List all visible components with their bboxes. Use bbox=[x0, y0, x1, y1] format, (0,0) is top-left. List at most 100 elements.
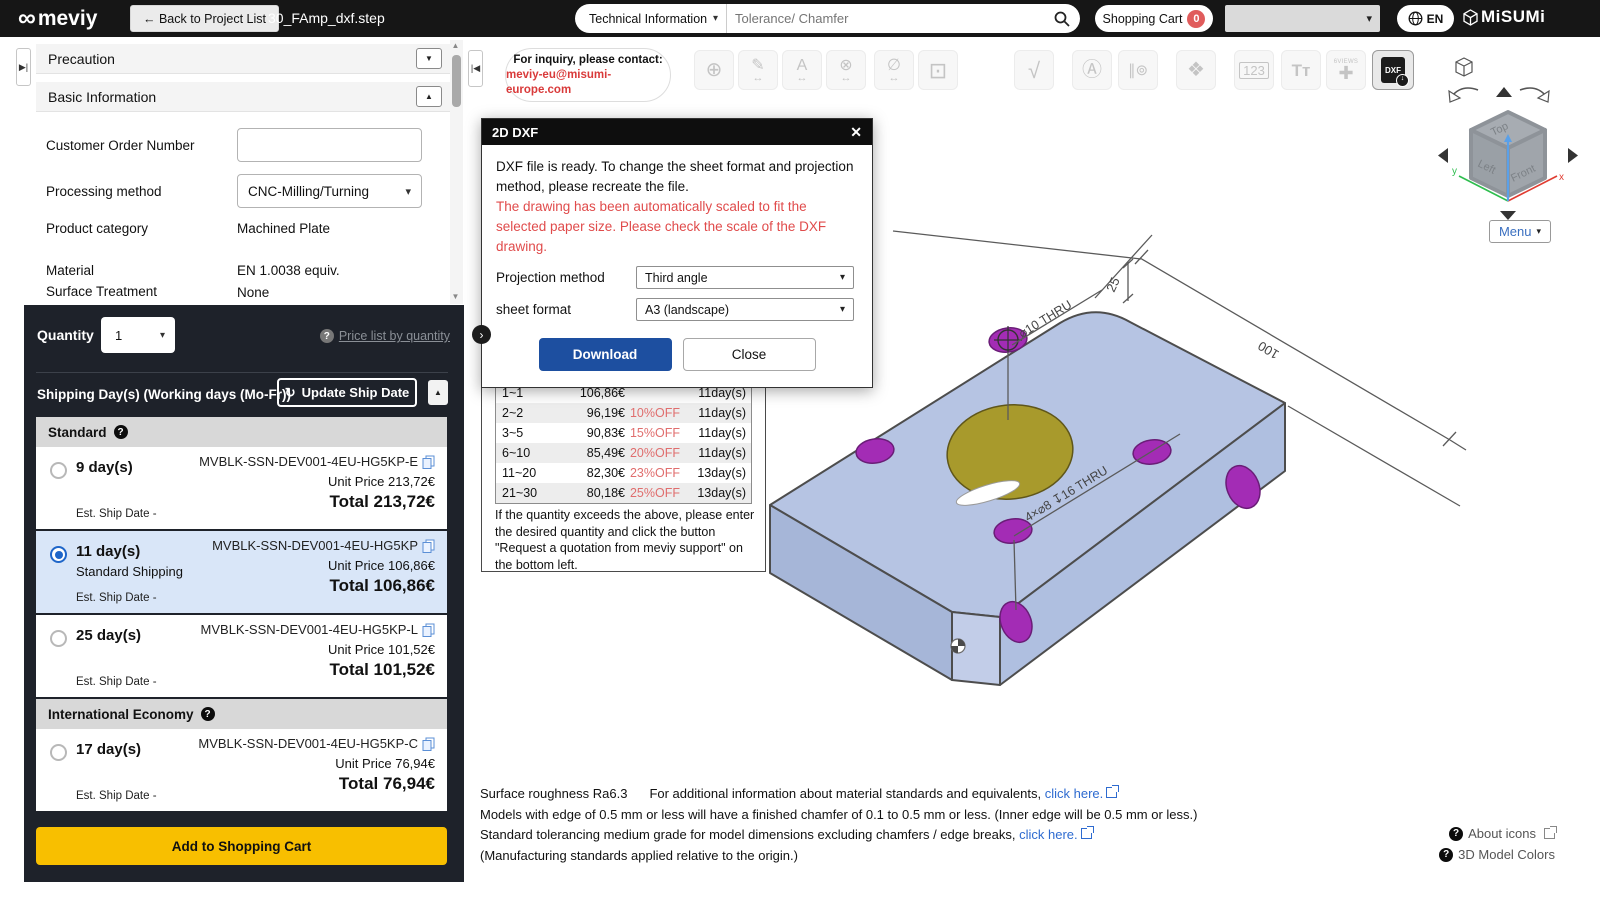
tilt-up-arrow[interactable] bbox=[1496, 87, 1512, 97]
header-dropdown[interactable] bbox=[1225, 5, 1380, 32]
geometric-tolerance-button[interactable]: ∥⊚ bbox=[1118, 50, 1158, 90]
est-ship-date: Est. Ship Date - bbox=[76, 790, 157, 802]
back-to-project-list-button[interactable]: ← Back to Project List bbox=[130, 5, 279, 32]
dxf-modal: 2D DXF ✕ DXF file is ready. To change th… bbox=[481, 118, 873, 388]
dxf-download-button[interactable]: DXF bbox=[1372, 50, 1414, 90]
about-icons-link[interactable]: ? About icons bbox=[1449, 826, 1555, 841]
price-list-link[interactable]: ? Price list by quantity bbox=[320, 329, 450, 343]
datum-label-icon: Ⓐ bbox=[1082, 62, 1102, 79]
days-label: 25 day(s) bbox=[76, 627, 141, 644]
search-bar: Technical Information bbox=[575, 4, 1080, 33]
days-label: 11 day(s) bbox=[76, 543, 140, 560]
shipping-collapse-button[interactable]: ▲ bbox=[428, 380, 448, 405]
close-icon[interactable]: ✕ bbox=[850, 124, 862, 141]
chamfer-button[interactable]: ❖ bbox=[1176, 50, 1216, 90]
text-dimension-button[interactable]: A↔ bbox=[782, 50, 822, 90]
viewport-menu-button[interactable]: Menu bbox=[1489, 220, 1551, 243]
quantity-select[interactable]: 1 bbox=[101, 317, 175, 353]
shipping-subtitle: Standard Shipping bbox=[76, 564, 183, 579]
cube-home-icon[interactable] bbox=[1456, 58, 1472, 76]
economy-help-icon[interactable]: ? bbox=[201, 707, 215, 721]
pan-left-arrow[interactable] bbox=[1438, 148, 1448, 163]
expand-panel-button[interactable]: › bbox=[472, 325, 491, 344]
misumi-logo[interactable]: MiSUMi bbox=[1463, 7, 1545, 27]
cart-count-badge: 0 bbox=[1187, 10, 1205, 28]
copy-icon[interactable] bbox=[422, 455, 435, 469]
download-button[interactable]: Download bbox=[539, 338, 672, 371]
copy-icon[interactable] bbox=[422, 623, 435, 637]
sidebar-expand-handle[interactable]: ▶| bbox=[16, 48, 31, 86]
hide-dimension-button[interactable]: ∅↔ bbox=[874, 50, 914, 90]
dxf-modal-titlebar: 2D DXF ✕ bbox=[482, 119, 872, 145]
dim-100-label: 100 bbox=[1255, 338, 1281, 362]
precaution-toggle-button[interactable]: ▼ bbox=[416, 48, 442, 69]
material-standards-link[interactable]: click here. bbox=[1045, 786, 1104, 801]
chamfer-icon: ❖ bbox=[1187, 62, 1205, 79]
total-price: Total 76,94€ bbox=[339, 774, 435, 794]
section-basic-information[interactable]: Basic Information ▲ bbox=[36, 82, 450, 112]
surface-roughness-button[interactable]: √ bbox=[1014, 50, 1054, 90]
projection-method-select[interactable]: Third angle bbox=[636, 266, 854, 289]
six-views-button[interactable]: 6VIEWS✚ bbox=[1326, 50, 1366, 90]
est-ship-date: Est. Ship Date - bbox=[76, 508, 157, 520]
search-icon[interactable] bbox=[1054, 11, 1070, 27]
section-precaution[interactable]: Precaution ▼ bbox=[36, 44, 450, 74]
refresh-icon: ↻ bbox=[285, 385, 296, 401]
standard-help-icon[interactable]: ? bbox=[114, 425, 128, 439]
text-tool-button[interactable]: Tт bbox=[1281, 50, 1321, 90]
geometric-tolerance-icon: ∥⊚ bbox=[1128, 62, 1148, 79]
delete-dimension-button[interactable]: ⊗↔ bbox=[826, 50, 866, 90]
group-economy-header: International Economy ? bbox=[36, 699, 447, 729]
basic-information-toggle-button[interactable]: ▲ bbox=[416, 86, 442, 107]
radio-25-days[interactable] bbox=[50, 630, 67, 647]
globe-icon bbox=[1408, 11, 1423, 26]
price-row: 2~296,19€10%OFF11day(s) bbox=[496, 403, 751, 423]
processing-method-select[interactable]: CNC-Milling/Turning bbox=[237, 174, 422, 208]
contact-email[interactable]: meviy-eu@misumi-europe.com bbox=[506, 68, 670, 98]
shipping-option-9-days[interactable]: 9 day(s) MVBLK-SSN-DEV001-4EU-HG5KP-E Un… bbox=[36, 447, 447, 529]
tolerancing-link[interactable]: click here. bbox=[1019, 827, 1078, 842]
copy-icon[interactable] bbox=[422, 539, 435, 553]
meviy-app: ∞meviy ← Back to Project List 30_FAmp_dx… bbox=[0, 0, 1600, 900]
search-category-select[interactable]: Technical Information bbox=[575, 4, 727, 33]
order-number-input[interactable] bbox=[237, 128, 422, 162]
model-colors-link[interactable]: ? 3D Model Colors bbox=[1439, 847, 1555, 862]
copy-icon[interactable] bbox=[422, 737, 435, 751]
dxf-ready-message: DXF file is ready. To change the sheet f… bbox=[496, 157, 858, 197]
datum-target-button[interactable]: ⊕ bbox=[694, 50, 734, 90]
material-value: EN 1.0038 equiv. bbox=[237, 263, 340, 278]
shipping-option-25-days[interactable]: 25 day(s) MVBLK-SSN-DEV001-4EU-HG5KP-L U… bbox=[36, 615, 447, 697]
processing-method-label: Processing method bbox=[46, 184, 162, 199]
shipping-option-11-days[interactable]: 11 day(s) Standard Shipping MVBLK-SSN-DE… bbox=[36, 531, 447, 613]
dxf-modal-title: 2D DXF bbox=[492, 125, 538, 140]
main-panel-collapse-handle[interactable]: |◀ bbox=[468, 50, 483, 87]
update-ship-date-button[interactable]: ↻ Update Ship Date bbox=[277, 378, 417, 407]
sidebar-scrollbar-thumb[interactable] bbox=[452, 55, 461, 107]
add-to-shopping-cart-button[interactable]: Add to Shopping Cart bbox=[36, 827, 447, 865]
radio-11-days[interactable] bbox=[50, 546, 67, 563]
text-tool-icon: Tт bbox=[1292, 62, 1311, 79]
shopping-cart-button[interactable]: Shopping Cart0 bbox=[1095, 5, 1213, 32]
radio-9-days[interactable] bbox=[50, 462, 67, 479]
shipping-option-17-days[interactable]: 17 day(s) MVBLK-SSN-DEV001-4EU-HG5KP-C U… bbox=[36, 729, 447, 811]
product-category-label: Product category bbox=[46, 221, 148, 236]
surface-treatment-label: Surface Treatment bbox=[46, 284, 157, 299]
measure-button[interactable]: 123 bbox=[1234, 50, 1274, 90]
language-button[interactable]: EN bbox=[1397, 5, 1454, 32]
search-input[interactable] bbox=[727, 11, 1054, 26]
divider bbox=[36, 372, 448, 373]
pan-right-arrow[interactable] bbox=[1568, 148, 1578, 163]
datum-target-icon: ⊕ bbox=[706, 62, 723, 79]
sheet-format-select[interactable]: A3 (landscape) bbox=[636, 298, 854, 321]
meviy-logo-icon: ∞ bbox=[18, 4, 36, 33]
radio-17-days[interactable] bbox=[50, 744, 67, 761]
surface-roughness-icon: √ bbox=[1028, 62, 1040, 79]
meviy-logo[interactable]: ∞meviy bbox=[18, 4, 97, 33]
tilt-down-arrow[interactable] bbox=[1500, 211, 1516, 220]
manufacturing-notes: Surface roughness Ra6.3For additional in… bbox=[480, 784, 1197, 866]
price-table-note: If the quantity exceeds the above, pleas… bbox=[495, 507, 755, 573]
hole-pattern-button[interactable]: ⊡ bbox=[918, 50, 958, 90]
edit-dimension-button[interactable]: ✎↔ bbox=[738, 50, 778, 90]
close-button[interactable]: Close bbox=[683, 338, 816, 371]
datum-label-button[interactable]: Ⓐ bbox=[1072, 50, 1112, 90]
